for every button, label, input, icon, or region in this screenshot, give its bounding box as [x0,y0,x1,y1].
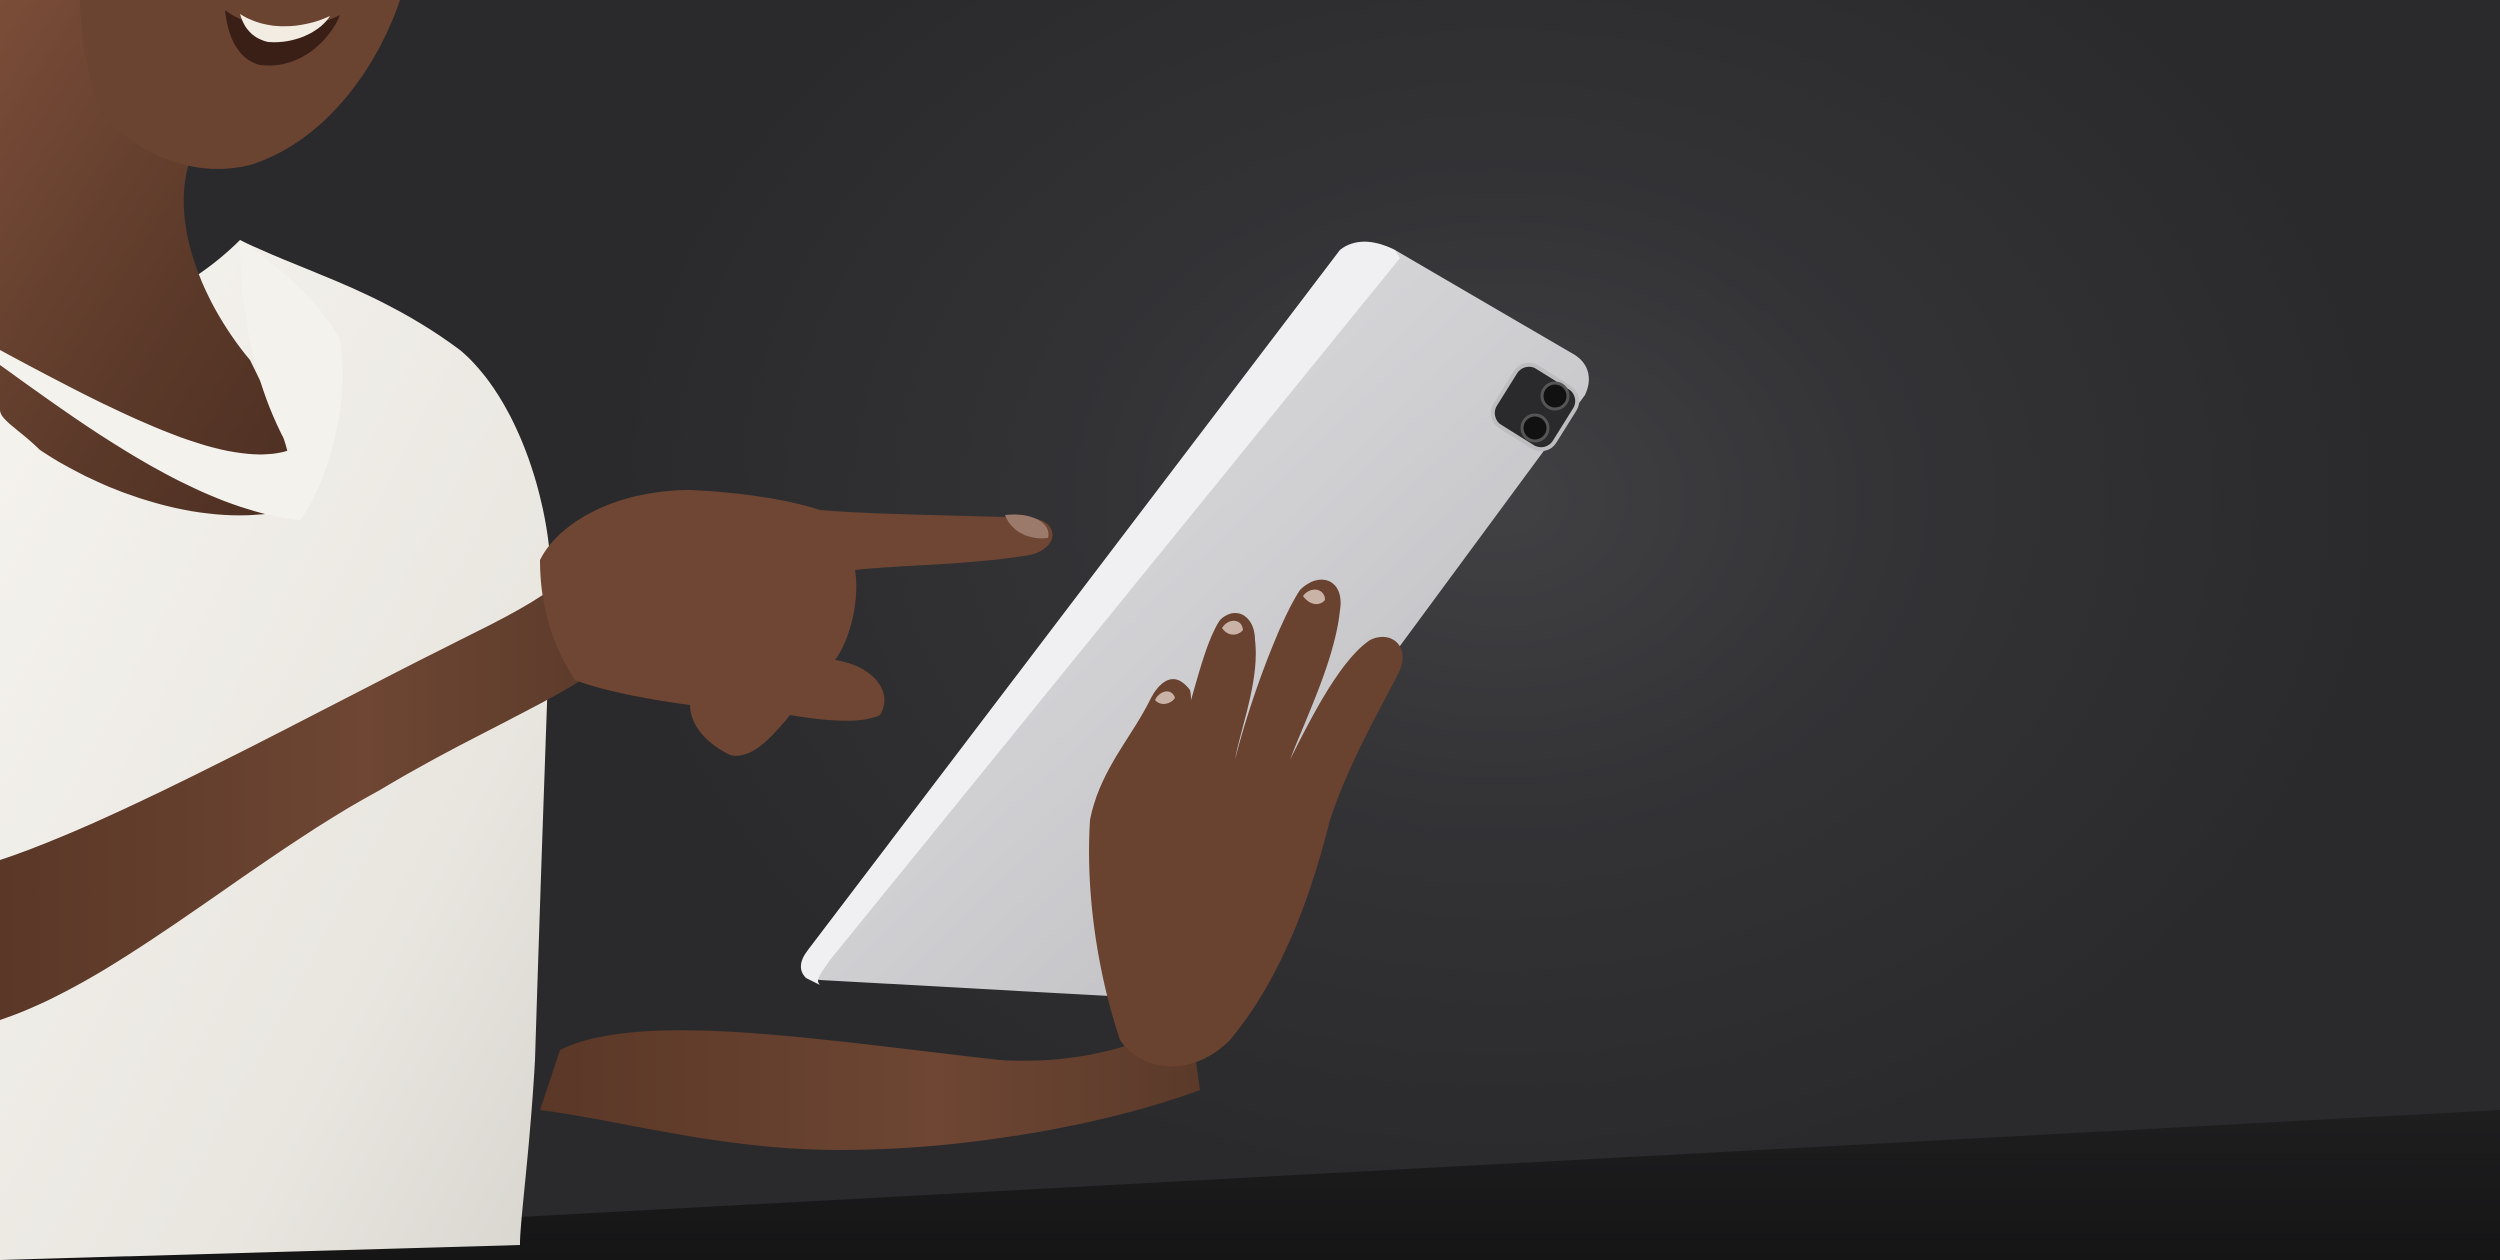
right-forearm [540,1020,1200,1150]
person-with-tablet-illustration [0,0,2500,1260]
photo-scene [0,0,2500,1260]
pointing-hand [540,490,1053,756]
camera-lens-2 [1520,413,1550,443]
camera-lens-1 [1540,381,1570,411]
